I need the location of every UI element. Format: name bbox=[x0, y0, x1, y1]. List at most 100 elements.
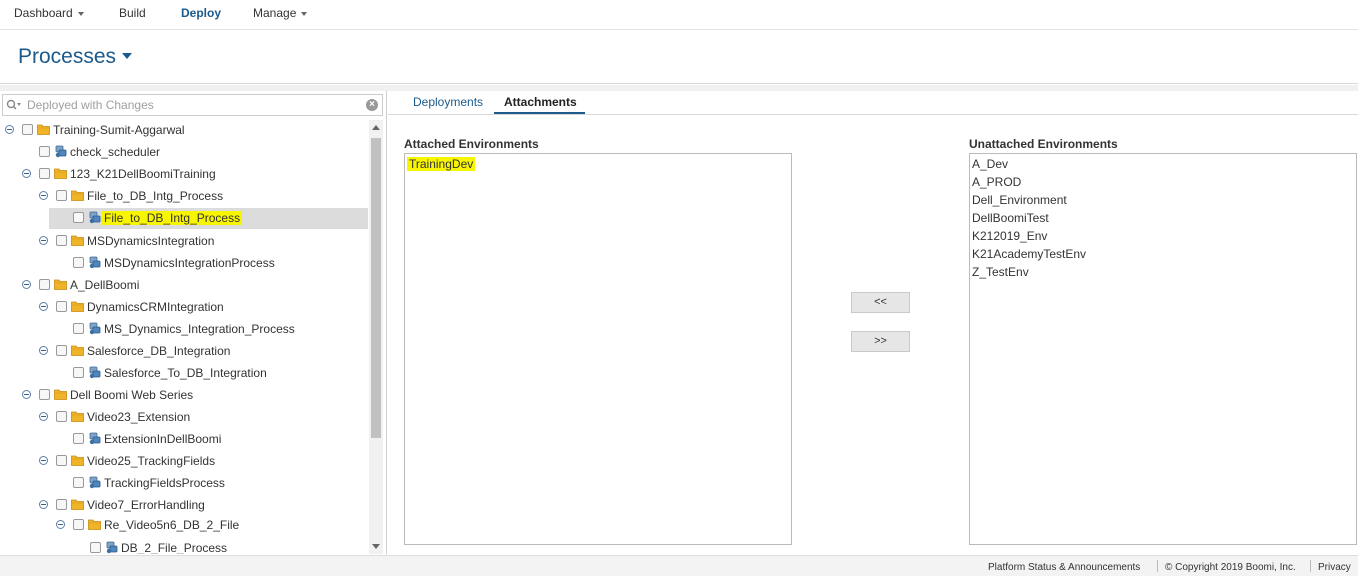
tree-checkbox[interactable] bbox=[73, 212, 84, 223]
nav-dashboard[interactable]: Dashboard bbox=[14, 6, 84, 20]
tree-row[interactable]: Video25_TrackingFields bbox=[0, 451, 368, 472]
tree-row[interactable]: Dell Boomi Web Series bbox=[0, 385, 368, 406]
tree-row[interactable]: Salesforce_DB_Integration bbox=[0, 341, 368, 362]
tree-label[interactable]: File_to_DB_Intg_Process bbox=[87, 189, 223, 203]
collapse-toggle-icon[interactable] bbox=[39, 456, 48, 465]
tree-checkbox[interactable] bbox=[56, 301, 67, 312]
privacy-link[interactable]: Privacy bbox=[1318, 562, 1351, 573]
collapse-toggle-icon[interactable] bbox=[39, 412, 48, 421]
tree-checkbox[interactable] bbox=[39, 279, 50, 290]
tree-label[interactable]: Dell Boomi Web Series bbox=[70, 388, 193, 402]
tree-checkbox[interactable] bbox=[22, 124, 33, 135]
tree-checkbox[interactable] bbox=[56, 345, 67, 356]
tree-label[interactable]: MSDynamicsIntegration bbox=[87, 234, 214, 248]
tree-row[interactable]: check_scheduler bbox=[0, 142, 368, 163]
tree-label[interactable]: check_scheduler bbox=[70, 145, 160, 159]
tree-label[interactable]: Re_Video5n6_DB_2_File bbox=[104, 518, 239, 532]
tree-checkbox[interactable] bbox=[73, 433, 84, 444]
tree-label[interactable]: Video25_TrackingFields bbox=[87, 454, 215, 468]
tree-label[interactable]: File_to_DB_Intg_Process bbox=[102, 211, 243, 225]
attached-environment-item[interactable]: TrainingDev bbox=[407, 157, 476, 171]
collapse-toggle-icon[interactable] bbox=[56, 520, 65, 529]
page-title[interactable]: Processes bbox=[18, 45, 116, 69]
tree-checkbox[interactable] bbox=[39, 168, 50, 179]
tree-row[interactable]: DynamicsCRMIntegration bbox=[0, 297, 368, 318]
unattached-environment-item[interactable]: DellBoomiTest bbox=[972, 211, 1049, 225]
collapse-toggle-icon[interactable] bbox=[39, 500, 48, 509]
tree-label[interactable]: MS_Dynamics_Integration_Process bbox=[104, 322, 295, 336]
clear-search-icon[interactable]: × bbox=[366, 99, 378, 111]
tree-label[interactable]: DynamicsCRMIntegration bbox=[87, 300, 224, 314]
tree-row[interactable]: Video7_ErrorHandling bbox=[0, 495, 368, 516]
collapse-toggle-icon[interactable] bbox=[39, 191, 48, 200]
tree-row[interactable]: MS_Dynamics_Integration_Process bbox=[0, 319, 368, 340]
tree-checkbox[interactable] bbox=[73, 519, 84, 530]
collapse-toggle-icon[interactable] bbox=[22, 390, 31, 399]
nav-manage[interactable]: Manage bbox=[253, 6, 308, 20]
tree-label[interactable]: 123_K21DellBoomiTraining bbox=[70, 167, 216, 181]
tab-attachments[interactable]: Attachments bbox=[504, 95, 577, 109]
search-input[interactable] bbox=[27, 98, 357, 112]
unattached-environment-item[interactable]: Dell_Environment bbox=[972, 193, 1067, 207]
unattached-environment-item[interactable]: Z_TestEnv bbox=[972, 265, 1029, 279]
tree-row[interactable]: File_to_DB_Intg_Process bbox=[0, 186, 368, 207]
tree-row[interactable]: Training-Sumit-Aggarwal bbox=[0, 120, 368, 141]
tree-checkbox[interactable] bbox=[56, 499, 67, 510]
tree-checkbox[interactable] bbox=[56, 190, 67, 201]
collapse-toggle-icon[interactable] bbox=[22, 169, 31, 178]
collapse-toggle-icon[interactable] bbox=[39, 302, 48, 311]
attach-button[interactable]: << bbox=[851, 292, 910, 313]
collapse-toggle-icon[interactable] bbox=[22, 280, 31, 289]
tree-checkbox[interactable] bbox=[90, 542, 101, 553]
platform-status-link[interactable]: Platform Status & Announcements bbox=[988, 562, 1140, 573]
unattached-environment-item[interactable]: A_PROD bbox=[972, 175, 1021, 189]
tree-label[interactable]: Video23_Extension bbox=[87, 410, 190, 424]
tree-checkbox[interactable] bbox=[73, 367, 84, 378]
tree-label[interactable]: MSDynamicsIntegrationProcess bbox=[104, 256, 275, 270]
nav-build[interactable]: Build bbox=[119, 6, 146, 20]
tree-label[interactable]: Salesforce_DB_Integration bbox=[87, 344, 230, 358]
tree-row[interactable]: A_DellBoomi bbox=[0, 275, 368, 296]
tree-label[interactable]: DB_2_File_Process bbox=[121, 541, 227, 554]
tree-row[interactable]: TrackingFieldsProcess bbox=[0, 473, 368, 494]
tree-row[interactable]: MSDynamicsIntegration bbox=[0, 231, 368, 252]
unattached-environment-item[interactable]: A_Dev bbox=[972, 157, 1008, 171]
collapse-toggle-icon[interactable] bbox=[39, 346, 48, 355]
unattached-environment-item[interactable]: K21AcademyTestEnv bbox=[972, 247, 1086, 261]
tree-checkbox[interactable] bbox=[73, 257, 84, 268]
tree-checkbox[interactable] bbox=[56, 235, 67, 246]
attached-environments-list[interactable]: TrainingDev bbox=[404, 153, 792, 545]
collapse-toggle-icon[interactable] bbox=[5, 125, 14, 134]
tree-label[interactable]: ExtensionInDellBoomi bbox=[104, 432, 221, 446]
tree-checkbox[interactable] bbox=[73, 323, 84, 334]
unattached-environment-item[interactable]: K212019_Env bbox=[972, 229, 1047, 243]
tree-row[interactable]: Salesforce_To_DB_Integration bbox=[0, 363, 368, 384]
tree-checkbox[interactable] bbox=[39, 389, 50, 400]
tree-checkbox[interactable] bbox=[56, 455, 67, 466]
tree-label[interactable]: Video7_ErrorHandling bbox=[87, 498, 205, 512]
tree-scrollbar[interactable] bbox=[369, 120, 383, 554]
scroll-down-icon[interactable] bbox=[372, 544, 380, 549]
search-box[interactable]: × bbox=[2, 94, 383, 116]
tree-label[interactable]: TrackingFieldsProcess bbox=[104, 476, 225, 490]
tree-row[interactable]: Re_Video5n6_DB_2_File bbox=[0, 515, 368, 536]
tree-row[interactable]: MSDynamicsIntegrationProcess bbox=[0, 253, 368, 274]
tree-row[interactable]: 123_K21DellBoomiTraining bbox=[0, 164, 368, 185]
tree-label[interactable]: Training-Sumit-Aggarwal bbox=[53, 123, 185, 137]
detach-button[interactable]: >> bbox=[851, 331, 910, 352]
tree-checkbox[interactable] bbox=[73, 477, 84, 488]
title-dropdown-icon[interactable] bbox=[122, 53, 132, 59]
tree-checkbox[interactable] bbox=[39, 146, 50, 157]
tree-row[interactable]: DB_2_File_Process bbox=[0, 538, 368, 554]
tree-row[interactable]: File_to_DB_Intg_Process bbox=[49, 208, 368, 229]
tab-deployments[interactable]: Deployments bbox=[413, 95, 483, 109]
scroll-thumb[interactable] bbox=[371, 138, 381, 438]
collapse-toggle-icon[interactable] bbox=[39, 236, 48, 245]
scroll-up-icon[interactable] bbox=[372, 125, 380, 130]
unattached-environments-list[interactable]: A_Dev A_PROD Dell_Environment DellBoomiTest… bbox=[969, 153, 1357, 545]
nav-deploy[interactable]: Deploy bbox=[181, 6, 221, 20]
tree-label[interactable]: Salesforce_To_DB_Integration bbox=[104, 366, 267, 380]
tree-label[interactable]: A_DellBoomi bbox=[70, 278, 139, 292]
tree-row[interactable]: Video23_Extension bbox=[0, 407, 368, 428]
tree-row[interactable]: ExtensionInDellBoomi bbox=[0, 429, 368, 450]
